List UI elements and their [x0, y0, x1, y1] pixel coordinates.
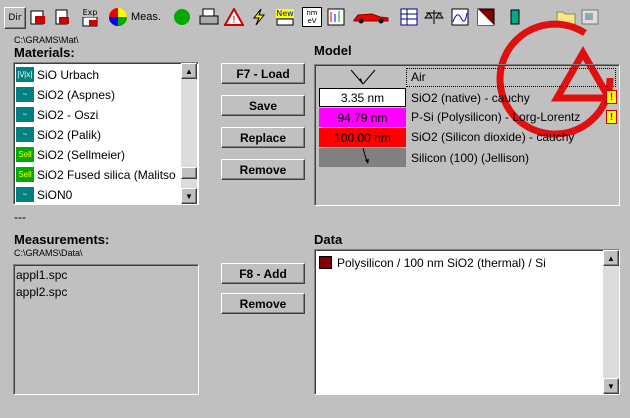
meas-color-wheel-icon[interactable] [108, 7, 128, 27]
data-color-swatch [319, 256, 332, 269]
data-label: Polysilicon / 100 nm SiO2 (thermal) / Si [337, 255, 546, 270]
print-report-icon[interactable] [52, 7, 72, 27]
list-item[interactable]: appl2.spc [16, 283, 67, 300]
material-label: SiO2 (Aspnes) [37, 87, 116, 102]
materials-heading: Materials: [14, 45, 75, 60]
measurements-path: C:\GRAMS\Data\ [14, 248, 83, 258]
data-list[interactable]: Polysilicon / 100 nm SiO2 (thermal) / Si… [314, 249, 620, 395]
nm-ev-icon[interactable]: nm eV [302, 7, 322, 27]
record-green-icon[interactable] [172, 7, 192, 27]
replace-button[interactable]: Replace [221, 127, 305, 148]
substrate-block[interactable] [319, 148, 406, 167]
material-label: SiO Urbach [37, 67, 100, 82]
dir-label: Dir [8, 13, 22, 23]
model-heading: Model [314, 43, 352, 58]
material-label: SiON0 [37, 187, 73, 202]
list-item[interactable]: appl1.spc [16, 266, 67, 283]
warning-icon[interactable]: ! [606, 90, 617, 104]
add-measurement-button[interactable]: F8 - Add [221, 263, 305, 284]
scroll-down-icon[interactable]: ▼ [181, 188, 197, 204]
material-label: SiO2 (Sellmeier) [37, 147, 126, 162]
scroll-up-icon[interactable]: ▲ [181, 63, 197, 79]
open-icon[interactable] [28, 7, 48, 27]
layer-label[interactable]: SiO2 (Silicon dioxide) - cauchy [411, 130, 574, 144]
spectrum-icon[interactable] [326, 7, 346, 27]
export-button[interactable]: Exp [78, 7, 102, 27]
layer-label[interactable]: SiO2 (native) - cauchy [411, 91, 530, 105]
svg-text:!: ! [232, 15, 236, 26]
layer-thickness[interactable]: 94.79 nm [319, 108, 406, 127]
layer-label[interactable]: Silicon (100) (Jellison) [411, 151, 529, 165]
materials-list[interactable]: |\/|x| SiO Urbach ~ SiO2 (Aspnes) ~ SiO2 - … [13, 62, 199, 205]
list-item[interactable]: Polysilicon / 100 nm SiO2 (thermal) / Si [319, 253, 546, 272]
material-icon: ~ [16, 127, 34, 142]
scroll-thumb[interactable] [181, 167, 197, 179]
car-icon[interactable] [352, 7, 390, 27]
lightning-icon[interactable] [249, 7, 269, 27]
material-icon: ~ [16, 87, 34, 102]
save-button[interactable]: Save [221, 95, 305, 116]
table-icon[interactable] [399, 7, 419, 27]
materials-scrollbar[interactable]: ▲ ▼ [181, 63, 197, 204]
list-item[interactable]: |\/|x| SiO Urbach [16, 65, 99, 84]
material-icon: |\/|x| [16, 67, 34, 82]
remove-measurement-button[interactable]: Remove [221, 293, 305, 314]
material-icon: Sell [16, 147, 34, 162]
dir-button[interactable]: Dir [4, 7, 26, 29]
exp-label: Exp [82, 7, 98, 17]
meas-label[interactable]: Meas. [131, 11, 161, 23]
material-label: SiO2 (Palik) [37, 127, 102, 142]
material-label: SiO2 Fused silica (Malitso [37, 167, 176, 182]
layer-label[interactable]: P-Si (Polysilicon) - Lorg-Lorentz [411, 110, 580, 124]
list-item[interactable]: Sell SiO2 Fused silica (Malitso [16, 165, 182, 184]
material-label: SiO2 - Oszi [37, 107, 99, 122]
layer-label[interactable]: Air [411, 70, 426, 84]
balance-icon[interactable] [424, 7, 444, 27]
data-heading: Data [314, 232, 343, 247]
fit-icon[interactable] [450, 7, 470, 27]
layer-thickness[interactable]: 100.00 nm [319, 128, 406, 147]
list-item[interactable]: ~ SiO2 - Oszi [16, 105, 98, 124]
material-icon: ~ [16, 187, 34, 202]
measurements-list[interactable]: appl1.spc appl2.spc [13, 264, 199, 395]
list-item[interactable]: ~ SiON0 [16, 185, 72, 204]
material-icon: Sell [16, 167, 34, 182]
measurements-heading: Measurements: [14, 232, 110, 247]
separator-text: --- [14, 210, 26, 224]
scroll-up-icon[interactable]: ▲ [603, 250, 619, 266]
list-item[interactable]: ~ SiO2 (Palik) [16, 125, 101, 144]
remove-material-button[interactable]: Remove [221, 159, 305, 180]
air-focus-box[interactable] [406, 68, 616, 87]
scroll-down-icon[interactable]: ▼ [603, 378, 619, 394]
new-button[interactable]: New [274, 7, 296, 27]
new-label: New [276, 8, 294, 18]
printer-icon[interactable] [199, 7, 219, 27]
air-incidence-icon [319, 68, 406, 87]
materials-path: C:\GRAMS\Mat\ [14, 35, 79, 45]
transmission-arrow-icon [362, 148, 369, 164]
layer-thickness[interactable]: 3.35 nm [319, 88, 406, 107]
data-scrollbar[interactable]: ▲ ▼ [603, 250, 619, 394]
warning-icon[interactable]: ! [224, 7, 244, 27]
load-button[interactable]: F7 - Load [221, 63, 305, 84]
material-icon: ~ [16, 107, 34, 122]
nm-ev-label: nm eV [306, 9, 318, 25]
list-item[interactable]: Sell SiO2 (Sellmeier) [16, 145, 125, 164]
warning-icon[interactable]: ! [606, 110, 617, 124]
list-item[interactable]: ~ SiO2 (Aspnes) [16, 85, 115, 104]
